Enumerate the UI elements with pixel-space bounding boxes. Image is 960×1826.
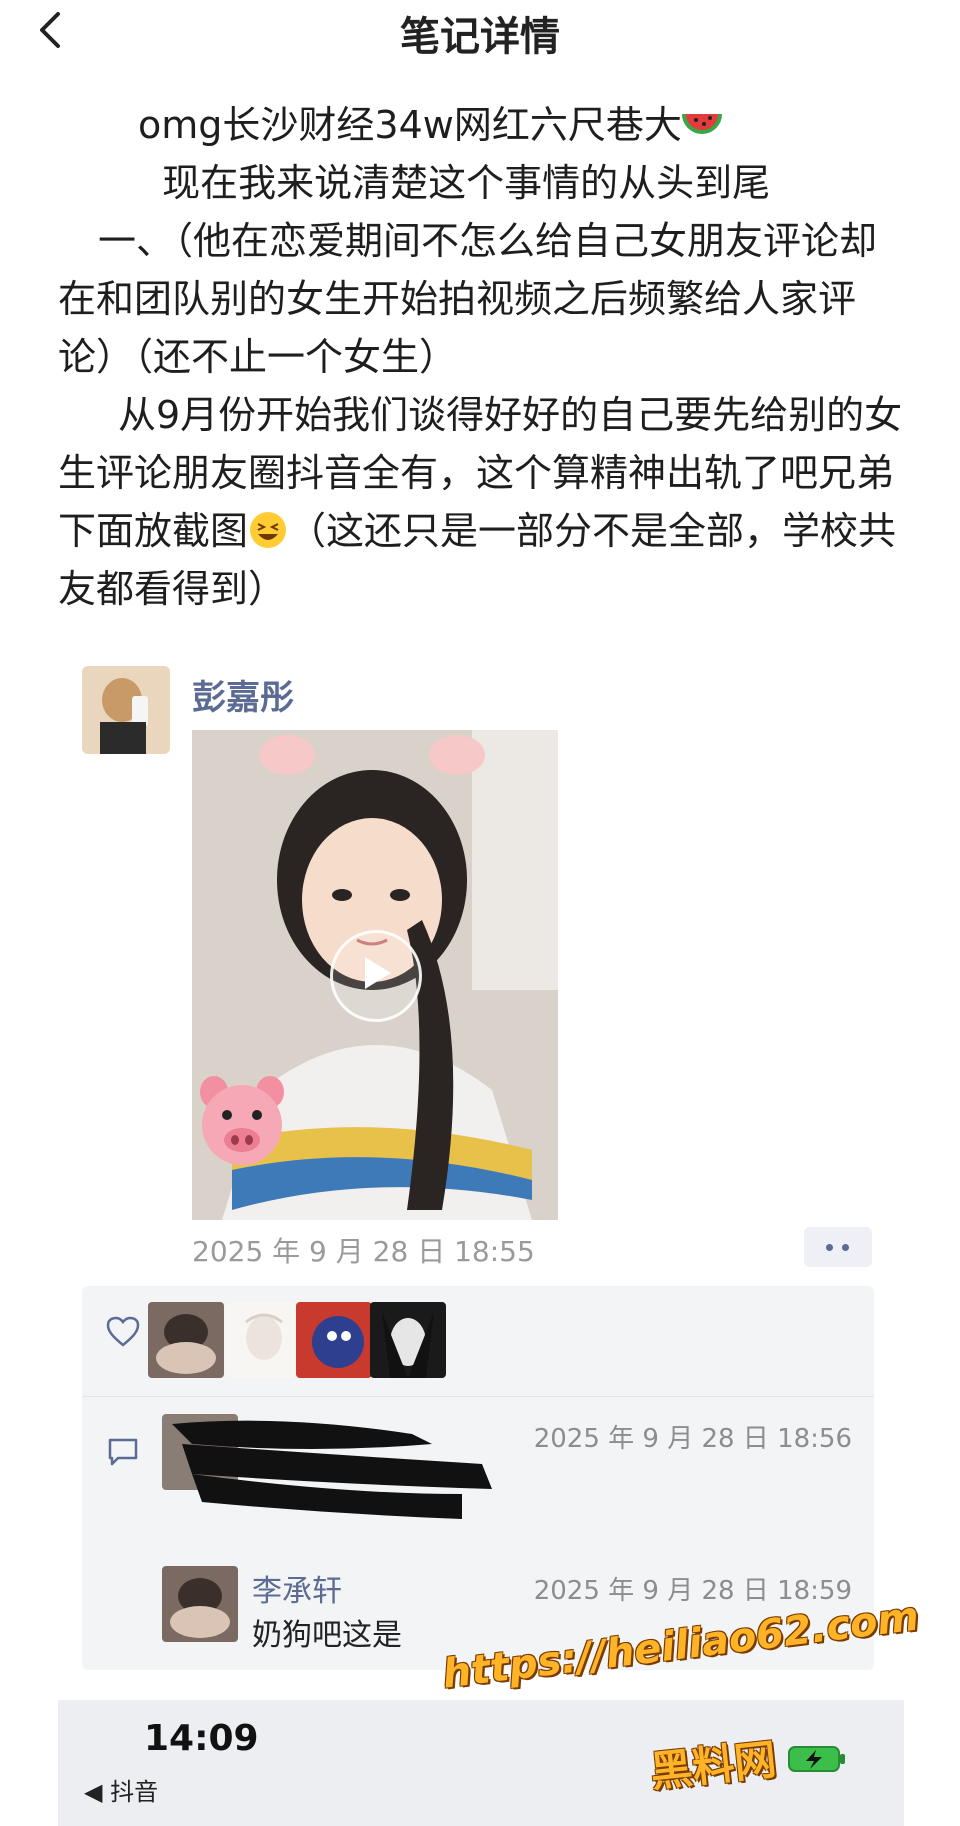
post-timestamp: 2025 年 9 月 28 日 18:55 [192, 1235, 535, 1268]
likes-row [82, 1286, 874, 1378]
poster-avatar[interactable] [82, 666, 170, 754]
battery-charging-icon [788, 1746, 845, 1772]
comment-text: 奶狗吧这是 [252, 1618, 402, 1653]
status-bar: 14:09 ◀ 抖音 [58, 1700, 904, 1826]
page-title: 笔记详情 [400, 14, 560, 60]
more-options-button[interactable] [804, 1227, 872, 1267]
commenter-name[interactable]: 李承轩 [252, 1566, 342, 1610]
dot-icon [826, 1244, 833, 1251]
comment-timestamp: 2025 年 9 月 28 日 18:59 [533, 1576, 852, 1606]
back-to-app-link[interactable]: ◀ 抖音 [84, 1772, 158, 1807]
redaction-scribble [172, 1420, 492, 1519]
status-time: 14:09 [144, 1718, 259, 1759]
post-line-2: 现在我来说清楚这个事情的从头到尾 [138, 161, 771, 205]
interactions-panel: 2025 年 9 月 28 日 18:56 李承轩 2025 年 9 月 28 … [82, 1286, 874, 1670]
commenter-avatar[interactable] [162, 1566, 238, 1642]
pig-face-icon [200, 1076, 284, 1165]
post-body: omg长沙财经34w网红六尺巷大 现在我来说清楚这个事情的从头到尾 一、（他在恋… [58, 96, 908, 618]
comment-timestamp: 2025 年 9 月 28 日 18:56 [533, 1424, 852, 1454]
top-bar: 笔记详情 [0, 0, 960, 60]
moment-card: 彭嘉彤 2025 年 9 月 28 日 18:55 2025 年 9 月 28 … [0, 650, 960, 1700]
comment-icon [108, 1438, 138, 1466]
post-line-4: 从9月份开始我们谈得好好的自己要先给别的女生评论朋友圈抖音全有，这个算精神出轨了… [58, 386, 908, 618]
divider [82, 1396, 874, 1397]
watermelon-icon [681, 113, 722, 134]
video-thumbnail[interactable] [192, 730, 558, 1220]
like-avatar[interactable] [226, 1302, 302, 1378]
dot-icon [842, 1244, 849, 1251]
play-icon[interactable] [330, 930, 422, 1022]
post-line-1: omg长沙财经34w网红六尺巷大 [138, 103, 682, 147]
like-avatar[interactable] [370, 1302, 446, 1378]
poster-name[interactable]: 彭嘉彤 [192, 670, 294, 719]
post-title-line: omg长沙财经34w网红六尺巷大 [58, 96, 908, 154]
laughing-face-icon [250, 512, 287, 548]
like-avatar[interactable] [148, 1302, 224, 1378]
post-line-3: 一、（他在恋爱期间不怎么给自己女朋友评论却在和团队别的女生开始拍视频之后频繁给人… [58, 219, 878, 379]
heart-icon [106, 1316, 140, 1347]
like-avatar[interactable] [296, 1302, 372, 1378]
